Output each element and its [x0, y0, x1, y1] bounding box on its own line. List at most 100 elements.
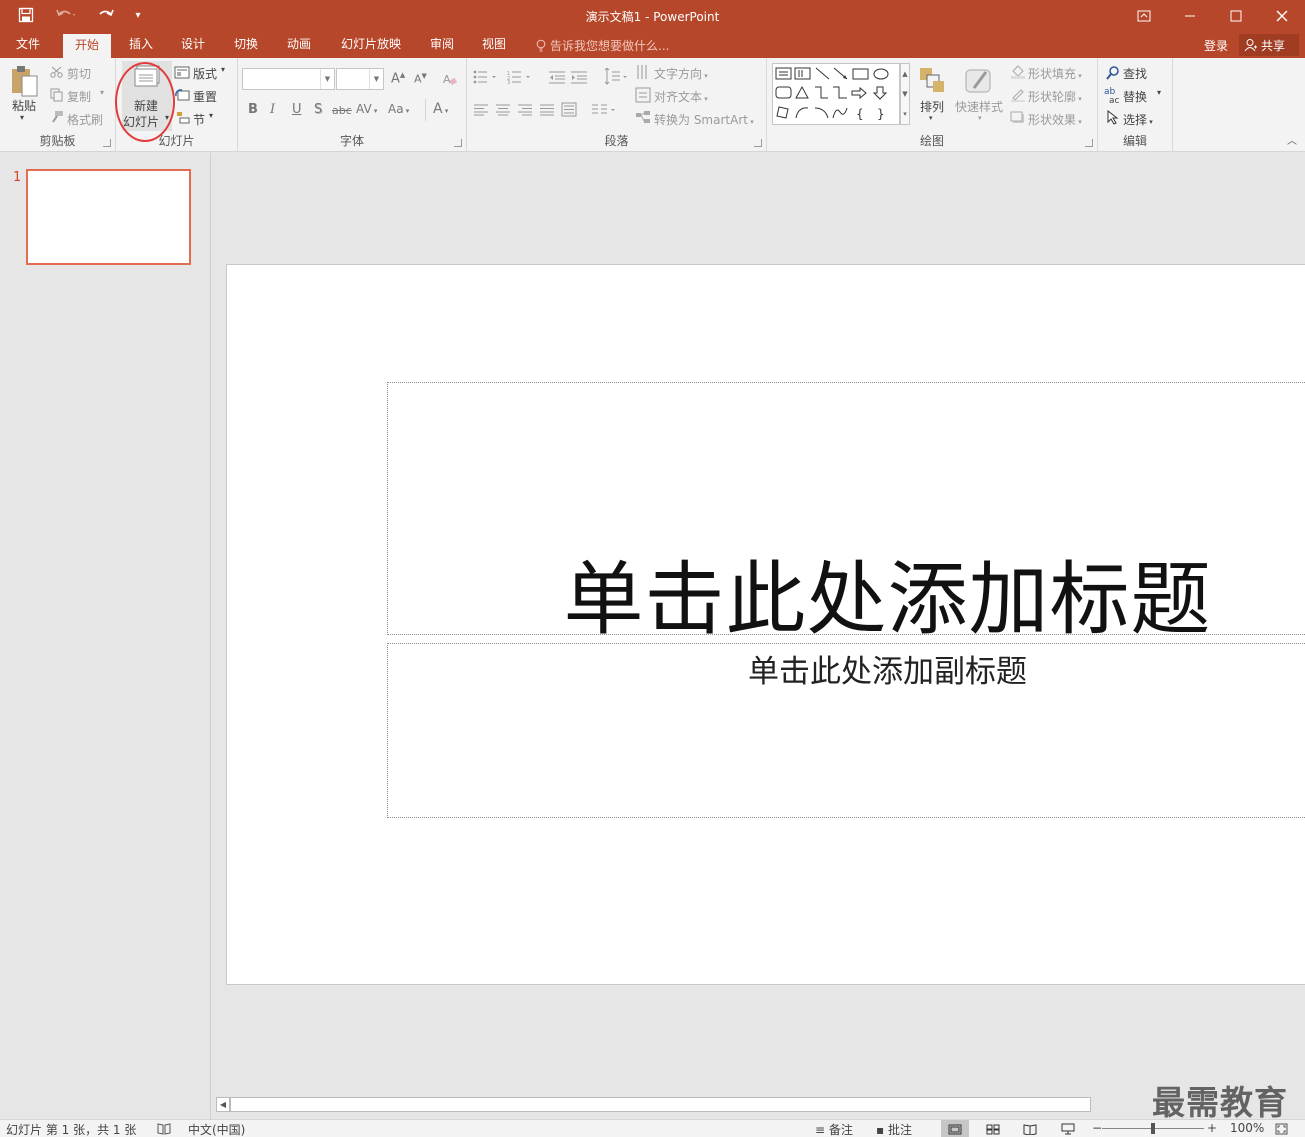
subtitle-placeholder[interactable]: 单击此处添加副标题	[387, 643, 1305, 818]
zoom-slider-knob[interactable]	[1151, 1123, 1155, 1134]
character-spacing-button[interactable]: AV ▾	[356, 102, 377, 116]
select-button[interactable]: 选择 ▾	[1123, 111, 1153, 128]
svg-text:{: {	[856, 107, 864, 121]
columns-icon[interactable]	[591, 104, 619, 116]
shape-outline-button[interactable]: 形状轮廓 ▾	[1028, 88, 1082, 105]
tab-animations[interactable]: 动画	[275, 35, 323, 58]
paragraph-launcher-icon[interactable]	[754, 139, 762, 147]
share-button[interactable]: 共享	[1239, 34, 1299, 56]
align-text-button[interactable]: 对齐文本 ▾	[654, 88, 708, 105]
normal-view-icon[interactable]	[941, 1120, 969, 1137]
tab-view[interactable]: 视图	[470, 35, 518, 58]
font-size-combobox[interactable]: ▼	[336, 68, 384, 90]
justify-icon[interactable]	[539, 104, 555, 116]
font-color-button[interactable]: A ▾	[433, 101, 448, 117]
replace-button[interactable]: 替换	[1123, 88, 1147, 105]
close-icon[interactable]	[1259, 0, 1305, 31]
tab-home[interactable]: 开始	[63, 34, 112, 58]
text-shadow-button[interactable]: S	[314, 102, 322, 117]
find-button[interactable]: 查找	[1123, 65, 1147, 82]
maximize-icon[interactable]	[1213, 0, 1259, 31]
notes-button[interactable]: ≡ 备注	[815, 1121, 853, 1137]
italic-button[interactable]: I	[270, 102, 275, 117]
layout-button[interactable]: 版式	[193, 65, 217, 82]
slideshow-view-icon[interactable]	[1054, 1120, 1082, 1137]
shape-effects-button[interactable]: 形状效果 ▾	[1028, 111, 1082, 128]
align-left-icon[interactable]	[473, 104, 489, 116]
language-status[interactable]: 中文(中国)	[188, 1121, 245, 1137]
tab-file[interactable]: 文件	[4, 35, 52, 58]
shapes-gallery[interactable]: { }	[772, 63, 900, 125]
convert-smartart-button[interactable]: 转换为 SmartArt ▾	[654, 111, 754, 128]
comments-button[interactable]: ▪ 批注	[876, 1121, 912, 1137]
paste-dropdown-icon[interactable]: ▾	[20, 113, 24, 122]
slide-thumbnail[interactable]	[26, 169, 191, 265]
quick-styles-button[interactable]: 快速样式	[955, 98, 1003, 115]
tab-design[interactable]: 设计	[169, 35, 217, 58]
minimize-icon[interactable]	[1167, 0, 1213, 31]
grow-font-icon[interactable]: A▲	[391, 71, 405, 86]
zoom-out-icon[interactable]: −	[1092, 1121, 1102, 1135]
group-label-editing: 编辑	[1122, 134, 1147, 148]
slide-sorter-view-icon[interactable]	[979, 1120, 1007, 1137]
copy-dropdown-icon[interactable]: ▾	[100, 88, 104, 97]
align-center-icon[interactable]	[495, 104, 511, 116]
quick-styles-dropdown-icon[interactable]: ▾	[978, 114, 982, 122]
change-case-button[interactable]: Aa ▾	[388, 102, 409, 116]
section-button[interactable]: 节	[193, 111, 205, 128]
numbering-icon[interactable]: 123	[507, 70, 533, 84]
shape-fill-button[interactable]: 形状填充 ▾	[1028, 65, 1082, 82]
fit-to-window-icon[interactable]	[1275, 1123, 1288, 1135]
font-launcher-icon[interactable]	[454, 139, 462, 147]
shrink-font-icon[interactable]: A▼	[414, 72, 427, 86]
title-placeholder[interactable]: 单击此处添加标题	[387, 382, 1305, 646]
layout-dropdown-icon[interactable]: ▾	[221, 65, 225, 74]
spelling-check-icon[interactable]	[157, 1123, 171, 1135]
format-painter-button[interactable]: 格式刷	[67, 111, 103, 128]
text-direction-button[interactable]: 文字方向 ▾	[654, 65, 708, 82]
font-name-combobox[interactable]: ▼	[242, 68, 335, 90]
ribbon-tabs: 文件 开始 插入 设计 切换 动画 幻灯片放映 审阅 视图 告诉我您想要做什么.…	[0, 31, 1305, 58]
tab-transitions[interactable]: 切换	[222, 35, 270, 58]
paste-button[interactable]: 粘贴	[12, 97, 36, 114]
tab-insert[interactable]: 插入	[117, 35, 165, 58]
svg-text:A: A	[443, 73, 451, 86]
section-dropdown-icon[interactable]: ▾	[209, 111, 213, 120]
bold-button[interactable]: B	[248, 102, 258, 117]
share-label: 共享	[1261, 38, 1286, 53]
replace-dropdown-icon[interactable]: ▾	[1157, 88, 1161, 97]
align-right-icon[interactable]	[517, 104, 533, 116]
underline-button[interactable]: U	[292, 102, 302, 117]
shape-outline-icon	[1011, 89, 1025, 102]
zoom-in-icon[interactable]: +	[1207, 1121, 1217, 1135]
tab-slideshow[interactable]: 幻灯片放映	[329, 35, 413, 58]
arrange-dropdown-icon[interactable]: ▾	[929, 114, 933, 122]
clear-formatting-icon[interactable]: A	[442, 71, 458, 87]
distributed-icon[interactable]	[561, 102, 577, 117]
clipboard-launcher-icon[interactable]	[103, 139, 111, 147]
reset-button[interactable]: 重置	[193, 88, 217, 105]
tab-review[interactable]: 审阅	[418, 35, 466, 58]
scrollbar-thumb[interactable]	[230, 1097, 1091, 1112]
ribbon-display-options-icon[interactable]	[1121, 0, 1167, 31]
line-spacing-icon[interactable]	[602, 68, 630, 86]
strikethrough-button[interactable]: abc	[332, 104, 352, 117]
tell-me-box[interactable]: 告诉我您想要做什么...	[536, 37, 669, 54]
collapse-ribbon-icon[interactable]: ︿	[1287, 132, 1297, 147]
increase-indent-icon[interactable]	[570, 70, 588, 84]
decrease-indent-icon[interactable]	[548, 70, 566, 84]
reading-view-icon[interactable]	[1016, 1120, 1044, 1137]
slide-canvas[interactable]: 单击此处添加标题 单击此处添加副标题	[226, 264, 1305, 985]
bullets-icon[interactable]	[473, 70, 499, 84]
zoom-level[interactable]: 100%	[1230, 1121, 1264, 1135]
comments-label: 批注	[887, 1123, 912, 1137]
copy-button[interactable]: 复制	[67, 88, 91, 105]
paste-icon[interactable]	[10, 64, 40, 98]
drawing-launcher-icon[interactable]	[1085, 139, 1093, 147]
scroll-left-arrow-icon[interactable]: ◀	[216, 1097, 230, 1112]
horizontal-scrollbar[interactable]: ◀	[216, 1097, 1305, 1112]
arrange-button[interactable]: 排列	[920, 98, 944, 115]
sign-in-link[interactable]: 登录	[1204, 37, 1228, 54]
shapes-gallery-scroll[interactable]: ▲ ▼ ▾	[900, 63, 910, 125]
cut-button[interactable]: 剪切	[67, 65, 91, 82]
